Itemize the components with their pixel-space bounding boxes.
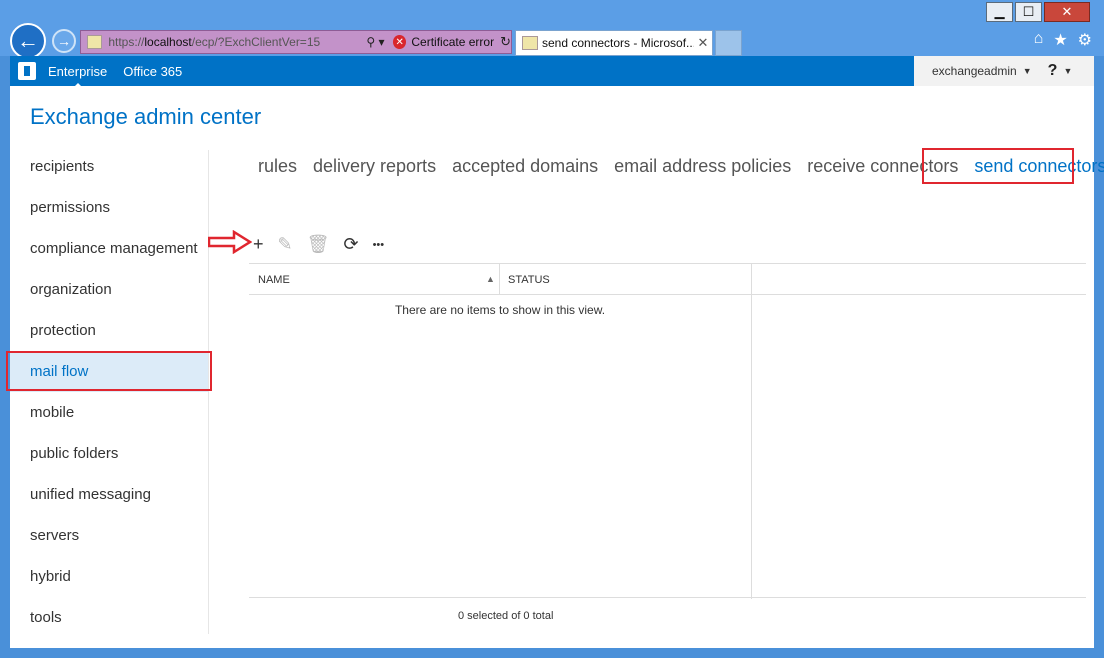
page-content: Exchange admin center recipients permiss… xyxy=(6,86,1104,648)
url-path: /ecp/?ExchClientVer=15 xyxy=(191,35,321,49)
subnav-delivery-reports[interactable]: delivery reports xyxy=(313,156,436,177)
selection-count: 0 selected of 0 total xyxy=(458,610,554,622)
details-pane-header xyxy=(751,264,1086,295)
tab-favicon-icon xyxy=(522,36,538,50)
top-link-enterprise[interactable]: Enterprise xyxy=(48,64,107,88)
forward-arrow-icon: → xyxy=(57,33,71,49)
annotation-highlight-send-connectors xyxy=(922,148,1074,184)
delete-trash-icon[interactable]: 🗑 xyxy=(307,234,330,255)
site-favicon-icon xyxy=(87,35,103,49)
add-icon[interactable]: + xyxy=(253,234,264,255)
page-title: Exchange admin center xyxy=(30,104,262,129)
address-bar[interactable]: https://localhost/ecp/?ExchClientVer=15 … xyxy=(80,30,512,54)
list-toolbar: + ✎ 🗑 ⟳ ••• xyxy=(253,234,384,255)
close-window-button[interactable]: ✕ xyxy=(1044,2,1090,22)
tools-gear-icon[interactable]: ⚙ xyxy=(1078,30,1092,50)
eac-top-bar: Enterprise Office 365 exchangeadmin ▼ ? … xyxy=(10,56,1094,88)
favorites-star-icon[interactable]: ★ xyxy=(1053,30,1067,50)
subnav-rules[interactable]: rules xyxy=(258,156,297,177)
nav-item-tools[interactable]: tools xyxy=(10,597,208,638)
nav-item-permissions[interactable]: permissions xyxy=(10,187,208,228)
search-dropdown-icon[interactable]: ⚲ ▾ xyxy=(366,35,393,49)
home-icon[interactable]: ⌂ xyxy=(1034,30,1044,50)
sort-ascending-icon[interactable]: ▲ xyxy=(486,274,495,284)
back-button[interactable]: ← xyxy=(10,23,46,59)
edit-pencil-icon[interactable]: ✎ xyxy=(278,234,293,255)
table-header: NAME ▲ STATUS xyxy=(249,264,751,295)
browser-tab-active[interactable]: send connectors - Microsof... ✕ xyxy=(515,30,713,56)
annotation-highlight-mail-flow xyxy=(6,351,212,391)
leftnav-divider xyxy=(208,150,209,634)
refresh-icon[interactable]: ⟳ xyxy=(343,234,358,255)
more-options-icon[interactable]: ••• xyxy=(373,239,385,251)
back-arrow-icon: ← xyxy=(17,28,39,53)
certificate-error-icon[interactable]: ✕ xyxy=(393,35,407,49)
url-host: localhost xyxy=(144,35,192,49)
subnav-accepted-domains[interactable]: accepted domains xyxy=(452,156,598,177)
empty-list-message: There are no items to show in this view. xyxy=(394,303,606,317)
top-link-office365[interactable]: Office 365 xyxy=(123,64,182,79)
new-tab-button[interactable] xyxy=(715,30,742,56)
user-caret-icon[interactable]: ▼ xyxy=(1023,66,1032,76)
nav-item-mobile[interactable]: mobile xyxy=(10,392,208,433)
forward-button[interactable]: → xyxy=(52,29,76,53)
help-caret-icon[interactable]: ▼ xyxy=(1063,66,1072,76)
nav-item-recipients[interactable]: recipients xyxy=(10,146,208,187)
browser-toolbar-icons: ⌂ ★ ⚙ xyxy=(1034,30,1092,50)
nav-item-protection[interactable]: protection xyxy=(10,310,208,351)
column-separator xyxy=(499,264,500,295)
page-refresh-icon[interactable]: ↻ xyxy=(500,34,511,50)
help-menu[interactable]: ? xyxy=(1048,62,1058,80)
url-prefix: https:// xyxy=(108,35,145,49)
nav-item-organization[interactable]: organization xyxy=(10,269,208,310)
certificate-error-label[interactable]: Certificate error xyxy=(411,35,494,49)
browser-window: ▁ ☐ ✕ ← → https://localhost/ecp/?ExchCli… xyxy=(0,0,1104,658)
left-navigation: recipients permissions compliance manage… xyxy=(10,146,208,638)
user-area: exchangeadmin ▼ ? ▼ xyxy=(914,56,1094,86)
tab-title: send connectors - Microsof... xyxy=(542,36,694,50)
minimize-button[interactable]: ▁ xyxy=(986,2,1013,22)
tab-close-icon[interactable]: ✕ xyxy=(694,35,712,51)
nav-item-servers[interactable]: servers xyxy=(10,515,208,556)
user-menu[interactable]: exchangeadmin xyxy=(932,64,1017,78)
connectors-table: NAME ▲ STATUS There are no items to show… xyxy=(249,263,1086,599)
column-header-status[interactable]: STATUS xyxy=(508,274,550,286)
table-bottom-border xyxy=(249,597,1086,598)
nav-item-public-folders[interactable]: public folders xyxy=(10,433,208,474)
annotation-arrow-icon xyxy=(208,230,252,254)
office-logo-icon xyxy=(18,62,36,80)
nav-item-compliance-management[interactable]: compliance management xyxy=(10,228,208,269)
nav-item-unified-messaging[interactable]: unified messaging xyxy=(10,474,208,515)
column-header-name[interactable]: NAME xyxy=(258,274,290,286)
subnav-email-address-policies[interactable]: email address policies xyxy=(614,156,791,177)
maximize-button[interactable]: ☐ xyxy=(1015,2,1042,22)
window-controls: ▁ ☐ ✕ xyxy=(986,2,1090,22)
nav-item-hybrid[interactable]: hybrid xyxy=(10,556,208,597)
address-url[interactable]: https://localhost/ecp/?ExchClientVer=15 xyxy=(108,35,366,49)
details-pane-divider xyxy=(751,264,752,599)
